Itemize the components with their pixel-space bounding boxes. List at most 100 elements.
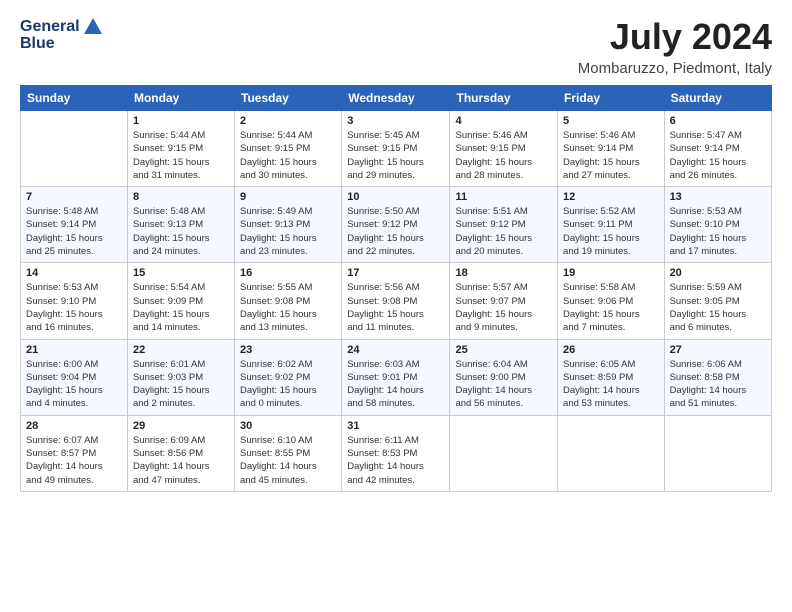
day-info: Sunrise: 5:45 AMSunset: 9:15 PMDaylight:… xyxy=(347,129,444,182)
calendar-table: SundayMondayTuesdayWednesdayThursdayFrid… xyxy=(20,85,772,492)
page: General Blue July 2024 Mombaruzzo, Piedm… xyxy=(0,0,792,612)
day-number: 22 xyxy=(133,344,229,356)
calendar-header-friday: Friday xyxy=(558,86,665,111)
title-block: July 2024 Mombaruzzo, Piedmont, Italy xyxy=(578,16,772,77)
day-number: 25 xyxy=(455,344,552,356)
day-info: Sunrise: 5:54 AMSunset: 9:09 PMDaylight:… xyxy=(133,281,229,334)
day-number: 19 xyxy=(563,267,659,279)
calendar-cell: 6 Sunrise: 5:47 AMSunset: 9:14 PMDaylight… xyxy=(664,111,771,187)
day-number: 26 xyxy=(563,344,659,356)
month-title: July 2024 xyxy=(578,16,772,58)
calendar-cell: 4 Sunrise: 5:46 AMSunset: 9:15 PMDaylight… xyxy=(450,111,558,187)
calendar-cell: 16 Sunrise: 5:55 AMSunset: 9:08 PMDayligh… xyxy=(235,263,342,339)
calendar-cell: 26 Sunrise: 6:05 AMSunset: 8:59 PMDayligh… xyxy=(558,339,665,415)
day-number: 21 xyxy=(26,344,122,356)
day-info: Sunrise: 6:00 AMSunset: 9:04 PMDaylight:… xyxy=(26,358,122,411)
calendar-cell xyxy=(450,415,558,491)
day-info: Sunrise: 5:52 AMSunset: 9:11 PMDaylight:… xyxy=(563,205,659,258)
calendar-cell: 5 Sunrise: 5:46 AMSunset: 9:14 PMDaylight… xyxy=(558,111,665,187)
header: General Blue July 2024 Mombaruzzo, Piedm… xyxy=(20,16,772,77)
day-number: 31 xyxy=(347,420,444,432)
day-number: 5 xyxy=(563,115,659,127)
day-number: 27 xyxy=(670,344,766,356)
day-info: Sunrise: 6:06 AMSunset: 8:58 PMDaylight:… xyxy=(670,358,766,411)
day-info: Sunrise: 5:53 AMSunset: 9:10 PMDaylight:… xyxy=(670,205,766,258)
calendar-cell: 24Sunrise: 6:03 AMSunset: 9:01 PMDayligh… xyxy=(342,339,450,415)
calendar-cell: 29 Sunrise: 6:09 AMSunset: 8:56 PMDayligh… xyxy=(127,415,234,491)
day-number: 29 xyxy=(133,420,229,432)
location-title: Mombaruzzo, Piedmont, Italy xyxy=(578,60,772,77)
day-info: Sunrise: 6:04 AMSunset: 9:00 PMDaylight:… xyxy=(455,358,552,411)
calendar-cell: 11 Sunrise: 5:51 AMSunset: 9:12 PMDayligh… xyxy=(450,187,558,263)
day-info: Sunrise: 6:05 AMSunset: 8:59 PMDaylight:… xyxy=(563,358,659,411)
calendar-cell: 18 Sunrise: 5:57 AMSunset: 9:07 PMDayligh… xyxy=(450,263,558,339)
day-info: Sunrise: 5:48 AMSunset: 9:14 PMDaylight:… xyxy=(26,205,122,258)
day-info: Sunrise: 5:58 AMSunset: 9:06 PMDaylight:… xyxy=(563,281,659,334)
day-number: 20 xyxy=(670,267,766,279)
calendar-week-row: 21 Sunrise: 6:00 AMSunset: 9:04 PMDayligh… xyxy=(21,339,772,415)
calendar-cell: 14 Sunrise: 5:53 AMSunset: 9:10 PMDayligh… xyxy=(21,263,128,339)
day-info: Sunrise: 6:10 AMSunset: 8:55 PMDaylight:… xyxy=(240,434,336,487)
calendar-week-row: 28Sunrise: 6:07 AMSunset: 8:57 PMDayligh… xyxy=(21,415,772,491)
day-number: 16 xyxy=(240,267,336,279)
day-info: Sunrise: 5:48 AMSunset: 9:13 PMDaylight:… xyxy=(133,205,229,258)
calendar-cell: 9Sunrise: 5:49 AMSunset: 9:13 PMDaylight… xyxy=(235,187,342,263)
calendar-cell: 12 Sunrise: 5:52 AMSunset: 9:11 PMDayligh… xyxy=(558,187,665,263)
calendar-cell: 3 Sunrise: 5:45 AMSunset: 9:15 PMDaylight… xyxy=(342,111,450,187)
calendar-header-monday: Monday xyxy=(127,86,234,111)
day-info: Sunrise: 5:53 AMSunset: 9:10 PMDaylight:… xyxy=(26,281,122,334)
calendar-cell: 22 Sunrise: 6:01 AMSunset: 9:03 PMDayligh… xyxy=(127,339,234,415)
day-number: 17 xyxy=(347,267,444,279)
calendar-cell: 10Sunrise: 5:50 AMSunset: 9:12 PMDayligh… xyxy=(342,187,450,263)
day-info: Sunrise: 5:51 AMSunset: 9:12 PMDaylight:… xyxy=(455,205,552,258)
day-number: 14 xyxy=(26,267,122,279)
calendar-cell: 8Sunrise: 5:48 AMSunset: 9:13 PMDaylight… xyxy=(127,187,234,263)
day-info: Sunrise: 5:56 AMSunset: 9:08 PMDaylight:… xyxy=(347,281,444,334)
day-number: 18 xyxy=(455,267,552,279)
day-info: Sunrise: 5:46 AMSunset: 9:15 PMDaylight:… xyxy=(455,129,552,182)
day-info: Sunrise: 6:03 AMSunset: 9:01 PMDaylight:… xyxy=(347,358,444,411)
calendar-week-row: 14 Sunrise: 5:53 AMSunset: 9:10 PMDayligh… xyxy=(21,263,772,339)
day-number: 9 xyxy=(240,191,336,203)
logo-icon xyxy=(82,16,104,38)
day-number: 28 xyxy=(26,420,122,432)
day-number: 6 xyxy=(670,115,766,127)
calendar-cell: 15 Sunrise: 5:54 AMSunset: 9:09 PMDayligh… xyxy=(127,263,234,339)
day-info: Sunrise: 5:59 AMSunset: 9:05 PMDaylight:… xyxy=(670,281,766,334)
day-info: Sunrise: 5:44 AMSunset: 9:15 PMDaylight:… xyxy=(133,129,229,182)
day-number: 13 xyxy=(670,191,766,203)
calendar-cell: 30Sunrise: 6:10 AMSunset: 8:55 PMDayligh… xyxy=(235,415,342,491)
calendar-header-tuesday: Tuesday xyxy=(235,86,342,111)
day-info: Sunrise: 5:44 AMSunset: 9:15 PMDaylight:… xyxy=(240,129,336,182)
day-number: 15 xyxy=(133,267,229,279)
day-info: Sunrise: 5:50 AMSunset: 9:12 PMDaylight:… xyxy=(347,205,444,258)
day-number: 11 xyxy=(455,191,552,203)
day-info: Sunrise: 6:02 AMSunset: 9:02 PMDaylight:… xyxy=(240,358,336,411)
day-info: Sunrise: 5:47 AMSunset: 9:14 PMDaylight:… xyxy=(670,129,766,182)
day-number: 4 xyxy=(455,115,552,127)
day-info: Sunrise: 5:57 AMSunset: 9:07 PMDaylight:… xyxy=(455,281,552,334)
calendar-cell: 13 Sunrise: 5:53 AMSunset: 9:10 PMDayligh… xyxy=(664,187,771,263)
calendar-cell: 20 Sunrise: 5:59 AMSunset: 9:05 PMDayligh… xyxy=(664,263,771,339)
day-info: Sunrise: 6:01 AMSunset: 9:03 PMDaylight:… xyxy=(133,358,229,411)
calendar-week-row: 7Sunrise: 5:48 AMSunset: 9:14 PMDaylight… xyxy=(21,187,772,263)
day-number: 1 xyxy=(133,115,229,127)
day-info: Sunrise: 6:11 AMSunset: 8:53 PMDaylight:… xyxy=(347,434,444,487)
calendar-header-row: SundayMondayTuesdayWednesdayThursdayFrid… xyxy=(21,86,772,111)
day-number: 3 xyxy=(347,115,444,127)
day-number: 12 xyxy=(563,191,659,203)
calendar-week-row: 1 Sunrise: 5:44 AMSunset: 9:15 PMDaylight… xyxy=(21,111,772,187)
day-info: Sunrise: 6:09 AMSunset: 8:56 PMDaylight:… xyxy=(133,434,229,487)
calendar-cell: 21 Sunrise: 6:00 AMSunset: 9:04 PMDayligh… xyxy=(21,339,128,415)
calendar-cell: 2Sunrise: 5:44 AMSunset: 9:15 PMDaylight… xyxy=(235,111,342,187)
day-info: Sunrise: 5:55 AMSunset: 9:08 PMDaylight:… xyxy=(240,281,336,334)
calendar-header-thursday: Thursday xyxy=(450,86,558,111)
calendar-header-wednesday: Wednesday xyxy=(342,86,450,111)
calendar-cell: 25 Sunrise: 6:04 AMSunset: 9:00 PMDayligh… xyxy=(450,339,558,415)
calendar-cell: 27 Sunrise: 6:06 AMSunset: 8:58 PMDayligh… xyxy=(664,339,771,415)
calendar-header-saturday: Saturday xyxy=(664,86,771,111)
day-number: 23 xyxy=(240,344,336,356)
day-info: Sunrise: 5:46 AMSunset: 9:14 PMDaylight:… xyxy=(563,129,659,182)
logo: General Blue xyxy=(20,16,104,53)
calendar-cell: 7Sunrise: 5:48 AMSunset: 9:14 PMDaylight… xyxy=(21,187,128,263)
